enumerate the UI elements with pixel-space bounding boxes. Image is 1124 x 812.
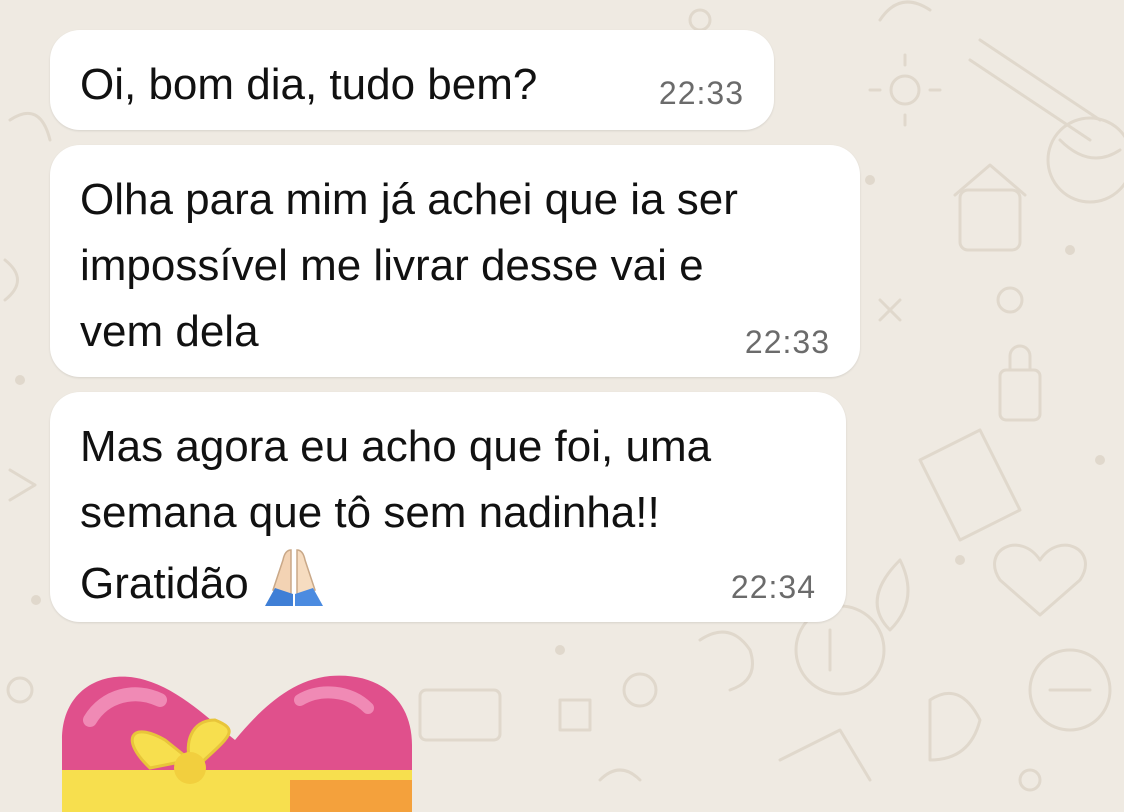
message-text: Oi, bom dia, tudo bem? <box>80 60 538 109</box>
message-time: 22:34 <box>730 569 816 605</box>
message-text: Mas agora eu acho que foi, uma semana qu… <box>80 414 711 627</box>
message-text: Olha para mim já achei que ia ser imposs… <box>80 175 738 356</box>
message-time: 22:33 <box>744 324 830 360</box>
message-bubble[interactable]: Mas agora eu acho que foi, uma semana qu… <box>50 392 846 622</box>
message-time: 22:33 <box>658 75 744 111</box>
message-bubble[interactable]: Oi, bom dia, tudo bem? 22:33 <box>50 30 774 130</box>
folded-hands-icon <box>261 546 327 627</box>
heart-with-ribbon-icon[interactable] <box>50 660 420 812</box>
message-bubble[interactable]: Olha para mim já achei que ia ser imposs… <box>50 145 860 377</box>
